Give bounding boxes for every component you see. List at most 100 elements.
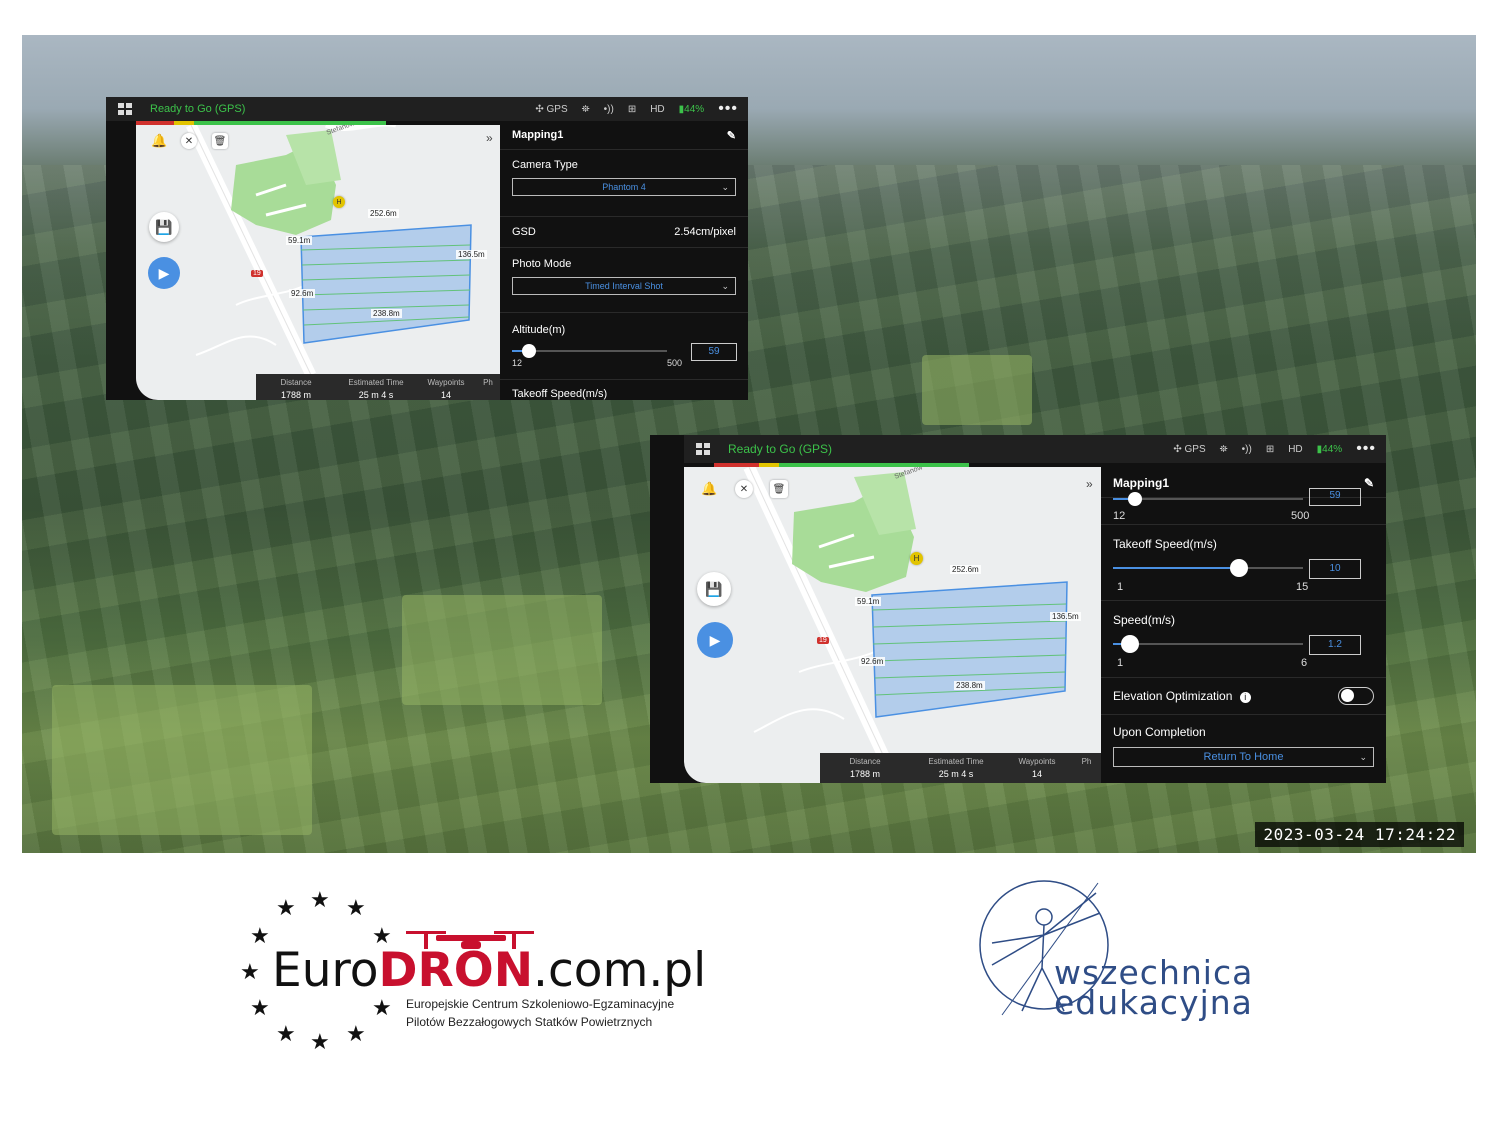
clear-icon[interactable]: ✕ (181, 133, 197, 149)
menu-grid-icon[interactable] (696, 443, 710, 455)
takeoff-speed-slider[interactable] (1113, 559, 1303, 577)
edge-length-bottom: 238.8m (954, 681, 985, 690)
home-point-icon[interactable]: H (910, 552, 923, 565)
speed-slider[interactable] (1113, 635, 1303, 653)
elevation-optimization-toggle[interactable] (1338, 687, 1374, 705)
edit-pencil-icon[interactable]: ✎ (727, 129, 736, 142)
elevation-optimization-label: Elevation Optimization (1113, 689, 1233, 703)
survey-area (300, 224, 472, 344)
wszechnica-logo: wszechnica edukacyjna (972, 873, 1272, 1023)
slider-knob[interactable] (1121, 635, 1139, 653)
slider-knob[interactable] (1230, 559, 1248, 577)
stat-estimated-time: Estimated Time 25 m 4 s (928, 757, 984, 779)
speed-input[interactable]: 1.2 (1309, 635, 1361, 655)
chevron-down-icon: ⌄ (1359, 752, 1367, 762)
collapse-panel-icon[interactable]: » (1086, 477, 1093, 491)
camera-type-select[interactable]: Phantom 4 ⌄ (512, 178, 736, 196)
camera-type-row: Camera Type Phantom 4 ⌄ (500, 150, 748, 217)
altitude-input[interactable]: 59 (1309, 488, 1361, 506)
edge-length-left: 59.1m (855, 597, 882, 606)
takeoff-speed-min: 1 (1117, 581, 1124, 593)
mission-title: Mapping1 (1113, 476, 1169, 490)
takeoff-speed-row: Takeoff Speed(m/s) (500, 380, 748, 400)
battery-level: ▮44% (678, 103, 705, 115)
altitude-label: Altitude(m) (512, 324, 566, 336)
top-status-bar: Ready to Go (GPS) ✣ GPS ⛯ •)) ⊞ HD ▮44% … (684, 435, 1386, 463)
notification-bell-icon[interactable]: 🔔 (151, 133, 167, 149)
aircraft-icon: ✣ GPS (535, 103, 568, 115)
road-number-badge: 19 (251, 270, 263, 277)
takeoff-speed-input[interactable]: 10 (1309, 559, 1361, 579)
star-icon: ★ (276, 895, 296, 920)
remote-signal-icon: ⊞ (1265, 443, 1275, 455)
video-timestamp: 2023-03-24 17:24:22 (1255, 822, 1464, 847)
edge-length-mid: 92.6m (289, 289, 316, 298)
start-mission-button[interactable]: ▶ (697, 622, 733, 658)
upon-completion-label: Upon Completion (1113, 725, 1206, 739)
app-panel-1: Ready to Go (GPS) ✣ GPS ⛯ •)) ⊞ HD ▮44% … (106, 97, 748, 400)
save-mission-button[interactable]: 💾 (697, 572, 731, 606)
edit-pencil-icon[interactable]: ✎ (1364, 476, 1374, 490)
star-icon: ★ (346, 895, 366, 920)
hd-signal-label: HD (1288, 443, 1303, 455)
stat-photos: Ph (1081, 757, 1092, 766)
menu-grid-icon[interactable] (118, 103, 132, 115)
speed-max: 6 (1301, 657, 1308, 669)
home-point-icon[interactable]: H (333, 196, 345, 208)
field-clearing (402, 595, 602, 705)
save-mission-button[interactable]: 💾 (149, 212, 179, 242)
mission-settings-panel: Mapping1 ✎ 59 12 500 Takeoff Speed(m/s) … (1101, 469, 1386, 783)
battery-level: ▮44% (1316, 443, 1343, 455)
collapse-panel-icon[interactable]: » (486, 131, 493, 145)
chevron-down-icon: ⌄ (721, 182, 729, 192)
edge-length-right: 136.5m (1050, 612, 1081, 621)
star-icon: ★ (310, 887, 330, 912)
stat-distance: Distance 1788 m (849, 757, 881, 779)
speed-label: Speed(m/s) (1113, 613, 1176, 627)
upon-completion-select[interactable]: Return To Home ⌄ (1113, 747, 1374, 767)
flight-status: Ready to Go (GPS) (728, 442, 833, 456)
clear-icon[interactable]: ✕ (735, 480, 753, 498)
app-panel-2: Ready to Go (GPS) ✣ GPS ⛯ •)) ⊞ HD ▮44% … (650, 435, 1386, 783)
eurodron-logo: ★ ★ ★ ★ ★ ★ ★ ★ ★ ★ ★ EuroDRON.com.pl Eu… (238, 885, 708, 1060)
photo-mode-select[interactable]: Timed Interval Shot ⌄ (512, 277, 736, 295)
takeoff-speed-label: Takeoff Speed(m/s) (512, 388, 608, 400)
edge-length-right: 136.5m (456, 250, 487, 259)
info-icon[interactable]: i (1239, 692, 1251, 703)
more-options-icon[interactable]: ••• (718, 100, 738, 118)
star-icon: ★ (250, 923, 270, 948)
altitude-row: 59 12 500 (1101, 488, 1386, 525)
star-icon: ★ (372, 995, 392, 1020)
mission-stats-bar: Distance 1788 m Estimated Time 25 m 4 s Wa… (820, 753, 1101, 783)
field-clearing (52, 685, 312, 835)
takeoff-speed-row: Takeoff Speed(m/s) 10 1 15 (1101, 525, 1386, 601)
trash-icon[interactable]: 🗑 (770, 480, 788, 498)
star-icon: ★ (346, 1021, 366, 1046)
trash-icon[interactable]: 🗑 (212, 133, 228, 149)
takeoff-speed-label: Takeoff Speed(m/s) (1113, 537, 1217, 551)
mission-settings-panel: Mapping1 ✎ Camera Type Phantom 4 ⌄ GSD 2.… (500, 121, 748, 400)
survey-area (871, 581, 1068, 718)
slider-knob[interactable] (522, 344, 536, 358)
stat-distance: Distance 1788 m (280, 378, 312, 400)
takeoff-speed-max: 15 (1296, 581, 1309, 593)
mission-map[interactable]: 🔔 ✕ 🗑 » 💾 ▶ 19 Stefanów 252.6m 59.1m 136… (684, 467, 1101, 783)
notification-bell-icon[interactable]: 🔔 (701, 481, 717, 497)
edge-length-mid: 92.6m (859, 657, 886, 666)
stat-waypoints: Waypoints 14 (1018, 757, 1056, 779)
gsd-row: GSD 2.54cm/pixel (500, 217, 748, 248)
eurodron-tagline-2: Pilotów Bezzałogowych Statków Powietrzny… (406, 1015, 653, 1029)
altitude-slider[interactable] (1113, 492, 1303, 506)
slider-knob[interactable] (1128, 492, 1142, 506)
speed-row: Speed(m/s) 1.2 1 6 (1101, 601, 1386, 678)
stat-estimated-time: Estimated Time 25 m 4 s (348, 378, 404, 400)
field-clearing (922, 355, 1032, 425)
speed-min: 1 (1117, 657, 1124, 669)
start-mission-button[interactable]: ▶ (148, 257, 180, 289)
altitude-slider[interactable] (512, 344, 672, 358)
gsd-value: 2.54cm/pixel (674, 226, 736, 238)
wszechnica-line-2: edukacyjna (1054, 983, 1253, 1022)
more-options-icon[interactable]: ••• (1356, 440, 1376, 458)
flight-status: Ready to Go (GPS) (150, 103, 246, 115)
mission-map[interactable]: 🔔 ✕ 🗑 » 💾 ▶ 19 Stefanów 252.6m 59.1m 136… (136, 125, 500, 400)
